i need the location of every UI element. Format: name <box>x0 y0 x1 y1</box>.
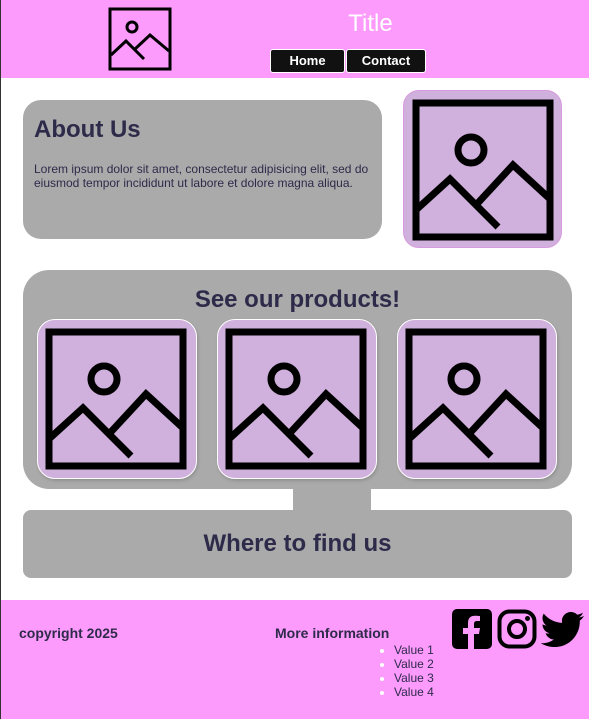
where-heading: Where to find us <box>203 530 392 557</box>
product-card-2[interactable] <box>217 319 377 479</box>
list-item: Value 1 <box>394 643 434 657</box>
product-card-3[interactable] <box>397 319 557 479</box>
page: Title Home Products Contact Us About Us … <box>0 0 589 719</box>
about-section: About Us Lorem ipsum dolor sit amet, con… <box>23 100 382 239</box>
site-title: Title <box>348 10 393 37</box>
image-placeholder-icon <box>412 99 554 241</box>
more-info-heading: More information <box>275 625 390 641</box>
image-placeholder-icon <box>45 328 187 470</box>
image-placeholder-icon <box>405 328 547 470</box>
site-footer: copyright 2025 More information Value 1 … <box>1 600 589 719</box>
list-item: Value 2 <box>394 657 434 671</box>
twitter-icon[interactable] <box>541 609 585 649</box>
copyright-text: copyright 2025 <box>19 625 118 641</box>
about-body: Lorem ipsum dolor sit amet, consectetur … <box>34 162 369 190</box>
about-image <box>403 90 562 248</box>
about-heading: About Us <box>34 116 141 143</box>
site-header: Title Home Products Contact Us <box>1 0 589 538</box>
products-heading: See our products! <box>194 286 401 313</box>
where-section: Where to find us <box>23 510 572 578</box>
products-section: See our products! <box>23 270 572 489</box>
list-item: Value 3 <box>394 671 434 685</box>
image-placeholder-icon <box>225 328 367 470</box>
main-nav: Home Products Contact Us <box>270 49 426 538</box>
facebook-icon[interactable] <box>452 609 492 649</box>
list-item: Value 4 <box>394 685 434 699</box>
product-card-1[interactable] <box>37 319 197 479</box>
nav-home-button[interactable]: Home <box>270 49 345 73</box>
nav-contact-button[interactable]: Contact Us <box>346 49 426 90</box>
more-info-list: Value 1 Value 2 Value 3 Value 4 <box>376 643 434 699</box>
instagram-icon[interactable] <box>497 609 537 649</box>
